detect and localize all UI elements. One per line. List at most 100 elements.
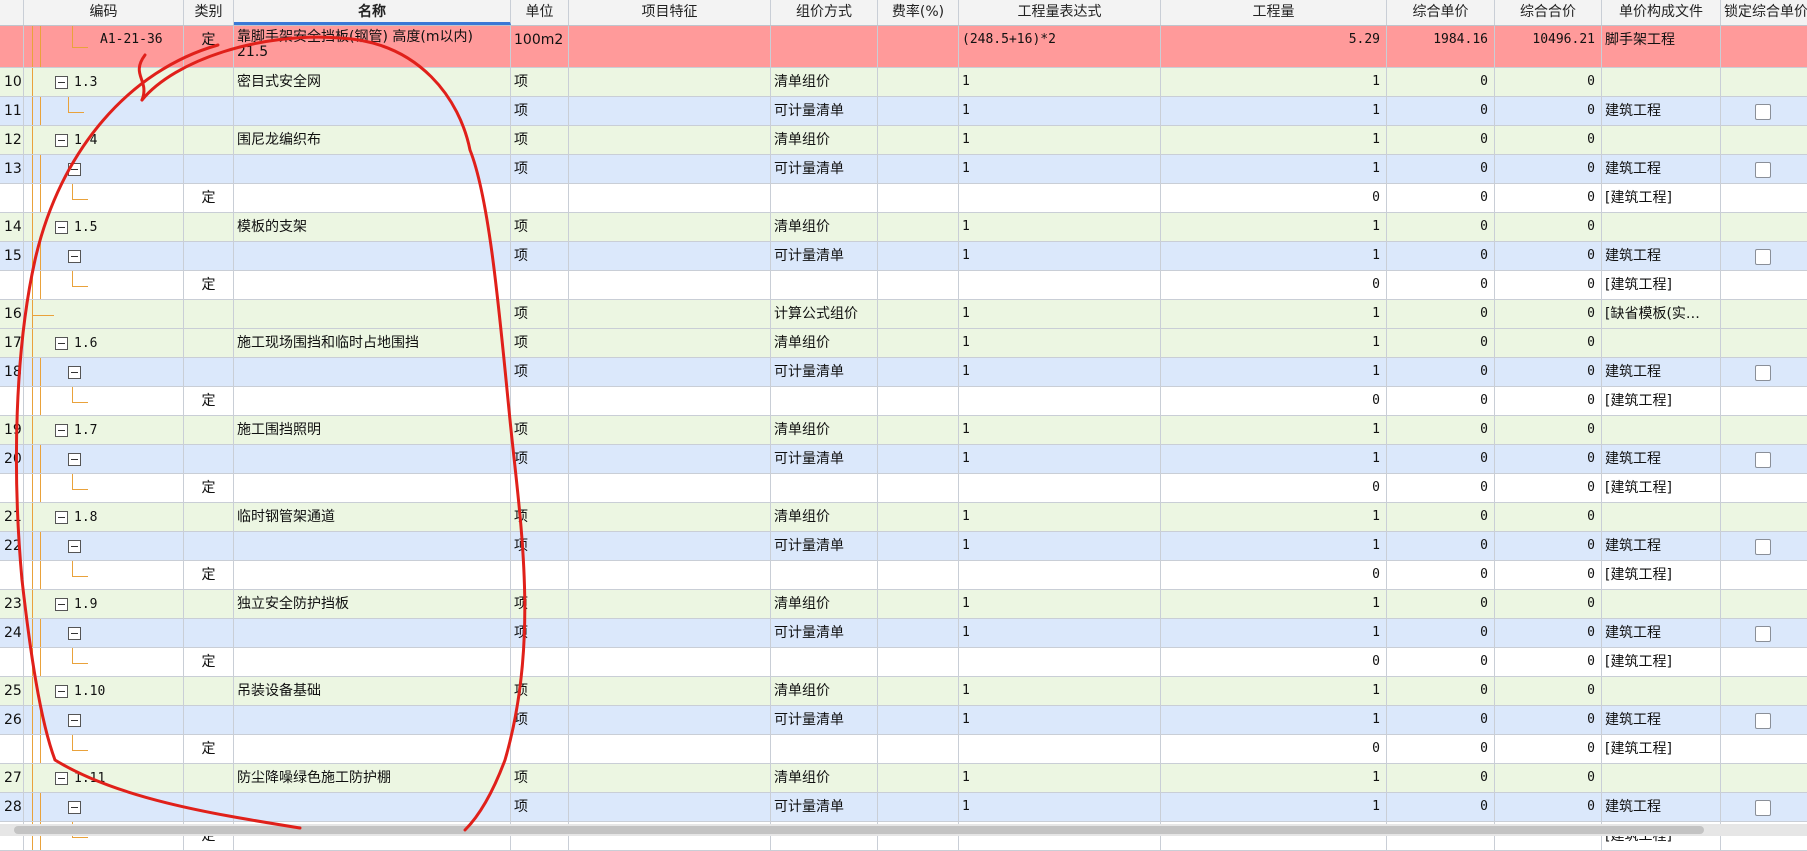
cell-feature[interactable] [569, 474, 771, 502]
table-row[interactable]: 定 0 0 0 [建筑工程] [0, 387, 1807, 416]
cell-total[interactable]: 0 [1495, 155, 1602, 183]
cell-unit[interactable]: 项 [511, 619, 569, 647]
cell-category[interactable] [184, 764, 234, 792]
cell-total[interactable]: 0 [1495, 706, 1602, 734]
cell-category[interactable] [184, 532, 234, 560]
cell-total[interactable]: 0 [1495, 416, 1602, 444]
cell-unit[interactable] [511, 561, 569, 589]
cell-unit[interactable] [511, 271, 569, 299]
cell-method[interactable] [771, 648, 878, 676]
cell-category[interactable]: 定 [184, 387, 234, 415]
cell-name[interactable] [234, 271, 511, 299]
table-row[interactable]: 18 项可计量清单 1 1 0 0 建筑工程 [0, 358, 1807, 387]
cell-total[interactable]: 0 [1495, 503, 1602, 531]
cell-qty[interactable]: 0 [1161, 184, 1387, 212]
cell-code[interactable]: 1.5 [24, 213, 184, 241]
cell-total[interactable]: 0 [1495, 213, 1602, 241]
cell-lock[interactable] [1721, 590, 1807, 618]
cell-expr[interactable]: 1 [959, 532, 1161, 560]
cell-code[interactable] [24, 97, 184, 125]
cell-qty[interactable]: 0 [1161, 474, 1387, 502]
cell-lock[interactable] [1721, 474, 1807, 502]
header-expr[interactable]: 工程量表达式 [959, 0, 1161, 25]
cell-rate[interactable] [878, 416, 959, 444]
cell-name[interactable]: 施工围挡照明 [234, 416, 511, 444]
cell-qty[interactable]: 1 [1161, 97, 1387, 125]
cell-category[interactable] [184, 68, 234, 96]
cell-feature[interactable] [569, 300, 771, 328]
cell-qty[interactable]: 1 [1161, 445, 1387, 473]
cell-total[interactable]: 0 [1495, 126, 1602, 154]
cell-total[interactable]: 0 [1495, 735, 1602, 763]
cell-code[interactable] [24, 242, 184, 270]
cell-unit[interactable]: 项 [511, 300, 569, 328]
cell-code[interactable] [24, 445, 184, 473]
cell-category[interactable]: 定 [184, 735, 234, 763]
cell-lock[interactable] [1721, 793, 1807, 821]
cell-unit-price[interactable]: 0 [1387, 532, 1495, 560]
cell-category[interactable] [184, 445, 234, 473]
cell-code[interactable] [24, 619, 184, 647]
table-row[interactable]: 定 0 0 0 [建筑工程] [0, 184, 1807, 213]
cell-feature[interactable] [569, 184, 771, 212]
cell-expr[interactable]: 1 [959, 68, 1161, 96]
cell-unit-price[interactable]: 1984.16 [1387, 26, 1495, 67]
cell-file[interactable]: 建筑工程 [1602, 358, 1721, 386]
header-name[interactable]: 名称 [234, 0, 511, 25]
header-file[interactable]: 单价构成文件 [1602, 0, 1721, 25]
table-row[interactable]: 定 0 0 0 [建筑工程] [0, 474, 1807, 503]
cell-name[interactable] [234, 648, 511, 676]
cell-qty[interactable]: 1 [1161, 677, 1387, 705]
collapse-toggle-icon[interactable] [55, 76, 68, 89]
cell-qty[interactable]: 1 [1161, 329, 1387, 357]
cell-qty[interactable]: 1 [1161, 416, 1387, 444]
cell-unit[interactable] [511, 648, 569, 676]
cell-name[interactable]: 吊装设备基础 [234, 677, 511, 705]
cell-code[interactable]: 1.10 [24, 677, 184, 705]
table-row[interactable]: 25 1.10 吊装设备基础项清单组价 1 1 0 0 [0, 677, 1807, 706]
lock-price-checkbox[interactable] [1755, 626, 1771, 642]
cell-expr[interactable]: 1 [959, 242, 1161, 270]
cell-rate[interactable] [878, 358, 959, 386]
cell-lock[interactable] [1721, 561, 1807, 589]
cell-name[interactable] [234, 358, 511, 386]
cell-lock[interactable] [1721, 271, 1807, 299]
cell-unit-price[interactable]: 0 [1387, 793, 1495, 821]
header-total[interactable]: 综合合价 [1495, 0, 1602, 25]
cell-unit[interactable]: 项 [511, 503, 569, 531]
collapse-toggle-icon[interactable] [55, 337, 68, 350]
header-code[interactable]: 编码 [24, 0, 184, 25]
cell-lock[interactable] [1721, 764, 1807, 792]
lock-price-checkbox[interactable] [1755, 800, 1771, 816]
cell-unit-price[interactable]: 0 [1387, 213, 1495, 241]
cell-file[interactable]: [建筑工程] [1602, 648, 1721, 676]
cell-code[interactable] [24, 474, 184, 502]
cell-name[interactable]: 模板的支架 [234, 213, 511, 241]
cell-qty[interactable]: 1 [1161, 706, 1387, 734]
cell-total[interactable]: 0 [1495, 184, 1602, 212]
cell-unit-price[interactable]: 0 [1387, 561, 1495, 589]
cell-lock[interactable] [1721, 445, 1807, 473]
cell-category[interactable] [184, 329, 234, 357]
cell-total[interactable]: 0 [1495, 329, 1602, 357]
cell-file[interactable]: 建筑工程 [1602, 445, 1721, 473]
cell-total[interactable]: 0 [1495, 387, 1602, 415]
cell-lock[interactable] [1721, 68, 1807, 96]
cell-feature[interactable] [569, 735, 771, 763]
table-row[interactable]: 17 1.6 施工现场围挡和临时占地围挡项清单组价 1 1 0 0 [0, 329, 1807, 358]
cell-method[interactable]: 可计量清单 [771, 793, 878, 821]
cell-expr[interactable]: 1 [959, 793, 1161, 821]
cell-file[interactable]: 脚手架工程 [1602, 26, 1721, 67]
cell-code[interactable] [24, 793, 184, 821]
cell-total[interactable]: 0 [1495, 474, 1602, 502]
cell-code[interactable]: 1.6 [24, 329, 184, 357]
cell-category[interactable] [184, 300, 234, 328]
cell-rate[interactable] [878, 590, 959, 618]
cell-qty[interactable]: 0 [1161, 271, 1387, 299]
collapse-toggle-icon[interactable] [68, 163, 81, 176]
cell-file[interactable] [1602, 503, 1721, 531]
table-row[interactable]: 定 0 0 0 [建筑工程] [0, 561, 1807, 590]
cell-file[interactable] [1602, 68, 1721, 96]
cell-rate[interactable] [878, 26, 959, 67]
cell-qty[interactable]: 1 [1161, 300, 1387, 328]
